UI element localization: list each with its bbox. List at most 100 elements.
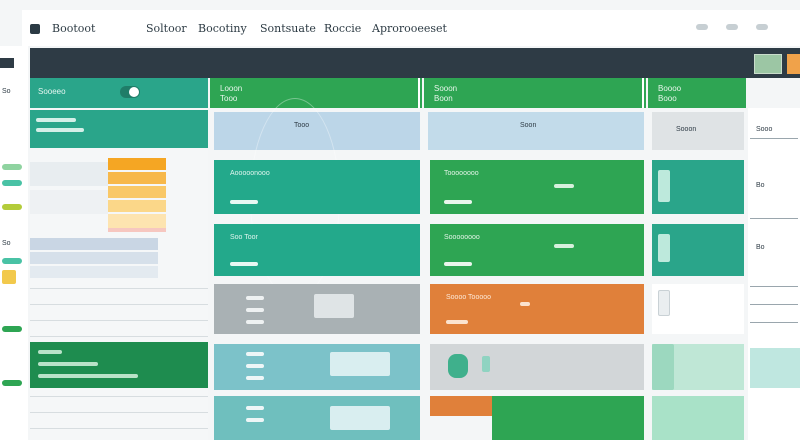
grid-cell[interactable]: Soon: [428, 112, 644, 150]
cell-line: [246, 320, 264, 324]
left-strip-item[interactable]: [2, 380, 22, 386]
grid-cell[interactable]: [652, 284, 744, 334]
grid-cell[interactable]: [652, 224, 744, 276]
sidebar-footer-line: [38, 350, 62, 354]
window-control-icon[interactable]: [726, 24, 738, 30]
cell-label: Soooo Tooooo: [446, 294, 492, 301]
sidebar-bar[interactable]: [108, 214, 166, 228]
cell-line: [230, 200, 258, 204]
sidebar-bar[interactable]: [30, 266, 158, 278]
window-control-icon[interactable]: [696, 24, 708, 30]
sidebar-bar[interactable]: [108, 158, 166, 170]
grid-cell[interactable]: Aooooonooo: [214, 160, 420, 214]
cell-line: [658, 234, 670, 262]
left-strip-dark-tab[interactable]: [0, 58, 14, 68]
grid-cell[interactable]: [430, 396, 492, 416]
grid-cell[interactable]: Soo Toor: [214, 224, 420, 276]
grid-cell[interactable]: Sooon: [652, 112, 744, 150]
cell-line: [444, 262, 472, 266]
sidebar-bar[interactable]: [30, 238, 158, 250]
top-menu-bar: Bootoot Soltoor Bocotiny Sontsuate Rocci…: [22, 10, 800, 46]
cell-line: [554, 184, 574, 188]
cell-line: [446, 320, 468, 324]
grid-cell[interactable]: [492, 396, 644, 440]
sidebar-header: Sooeeo: [30, 78, 208, 108]
left-strip-label: So: [2, 240, 11, 247]
sidebar-bar[interactable]: [30, 190, 108, 214]
sidebar-footer-line: [38, 362, 98, 366]
grid-cell[interactable]: [214, 396, 420, 440]
sidebar-divider: [30, 320, 208, 321]
cell-line: [246, 418, 264, 422]
menu-item-5[interactable]: Roccie: [324, 22, 361, 35]
cell-line: [246, 296, 264, 300]
sidebar-divider: [30, 428, 208, 429]
grid-cell[interactable]: [652, 160, 744, 214]
cell-label: Sooon: [676, 126, 697, 133]
sidebar-bar[interactable]: [30, 252, 158, 264]
sidebar-bar[interactable]: [108, 228, 166, 232]
column-header-2[interactable]: Sooon Boon: [424, 78, 646, 108]
menu-item-2[interactable]: Soltoor: [146, 22, 187, 35]
left-strip-label: So: [2, 88, 11, 95]
grid-cell[interactable]: [214, 344, 420, 390]
grid-cell[interactable]: [214, 284, 420, 334]
column-header-1[interactable]: Looon Tooo: [210, 78, 422, 108]
left-strip-item[interactable]: [2, 204, 22, 210]
cell-line: [246, 364, 264, 368]
cell-line: [658, 290, 670, 316]
cell-line: [658, 170, 670, 202]
right-column-line: [750, 286, 798, 287]
cell-label: Toooooooo: [444, 170, 479, 177]
window-control-icon[interactable]: [756, 24, 768, 30]
column-header-3[interactable]: Boooo Booo: [648, 78, 746, 108]
column-header-label: Looon Tooo: [220, 84, 243, 103]
right-column-teal-block[interactable]: [750, 348, 800, 388]
menu-item-4[interactable]: Sontsuate: [260, 22, 316, 35]
column-divider: [642, 78, 644, 108]
menu-item-3[interactable]: Bocotiny: [198, 22, 247, 35]
right-column-label: Sooo: [756, 126, 773, 133]
image-thumbnail[interactable]: [754, 54, 782, 74]
right-column-line: [750, 322, 798, 323]
left-strip-item[interactable]: [2, 258, 22, 264]
cell-line: [246, 406, 264, 410]
sidebar-subheader-line: [36, 128, 84, 132]
cell-line: [246, 376, 264, 380]
grid-cell[interactable]: Soooooooo: [430, 224, 644, 276]
cell-line: [520, 302, 530, 306]
grid-cell[interactable]: Soooo Tooooo: [430, 284, 644, 334]
menu-item-6[interactable]: Aprorooeeset: [372, 22, 447, 35]
column-header-label: Sooon Boon: [434, 84, 458, 103]
cell-label: Soon: [520, 122, 537, 129]
sidebar-divider: [30, 304, 208, 305]
sidebar-footer-block[interactable]: [30, 342, 208, 388]
sidebar-toggle[interactable]: [120, 86, 140, 98]
left-strip-item[interactable]: [2, 164, 22, 170]
app-logo-icon: [30, 24, 40, 34]
grid-cell[interactable]: [430, 344, 644, 390]
menu-item-1[interactable]: Bootoot: [52, 22, 95, 35]
sidebar-divider: [30, 396, 208, 397]
grid-cell[interactable]: [652, 344, 744, 390]
cell-line: [330, 352, 390, 376]
grid-cell[interactable]: Toooooooo: [430, 160, 644, 214]
column-header-label: Boooo Booo: [658, 84, 682, 103]
sidebar-bar[interactable]: [108, 200, 166, 212]
left-strip-item[interactable]: [2, 180, 22, 186]
sidebar-bar[interactable]: [108, 172, 166, 184]
left-strip-item[interactable]: [2, 326, 22, 332]
orange-action-button[interactable]: [787, 54, 800, 74]
cell-line: [314, 294, 354, 318]
cell-line: [554, 244, 574, 248]
sidebar-bar[interactable]: [30, 162, 108, 186]
cell-line: [330, 406, 390, 430]
cell-line: [448, 354, 468, 378]
right-column-line: [750, 138, 798, 139]
sidebar-footer-line: [38, 374, 138, 378]
sidebar-bar[interactable]: [108, 186, 166, 198]
cell-line: [652, 344, 674, 390]
app-header-bar: [30, 48, 800, 78]
grid-cell[interactable]: [652, 396, 744, 440]
right-column-line: [750, 304, 798, 305]
